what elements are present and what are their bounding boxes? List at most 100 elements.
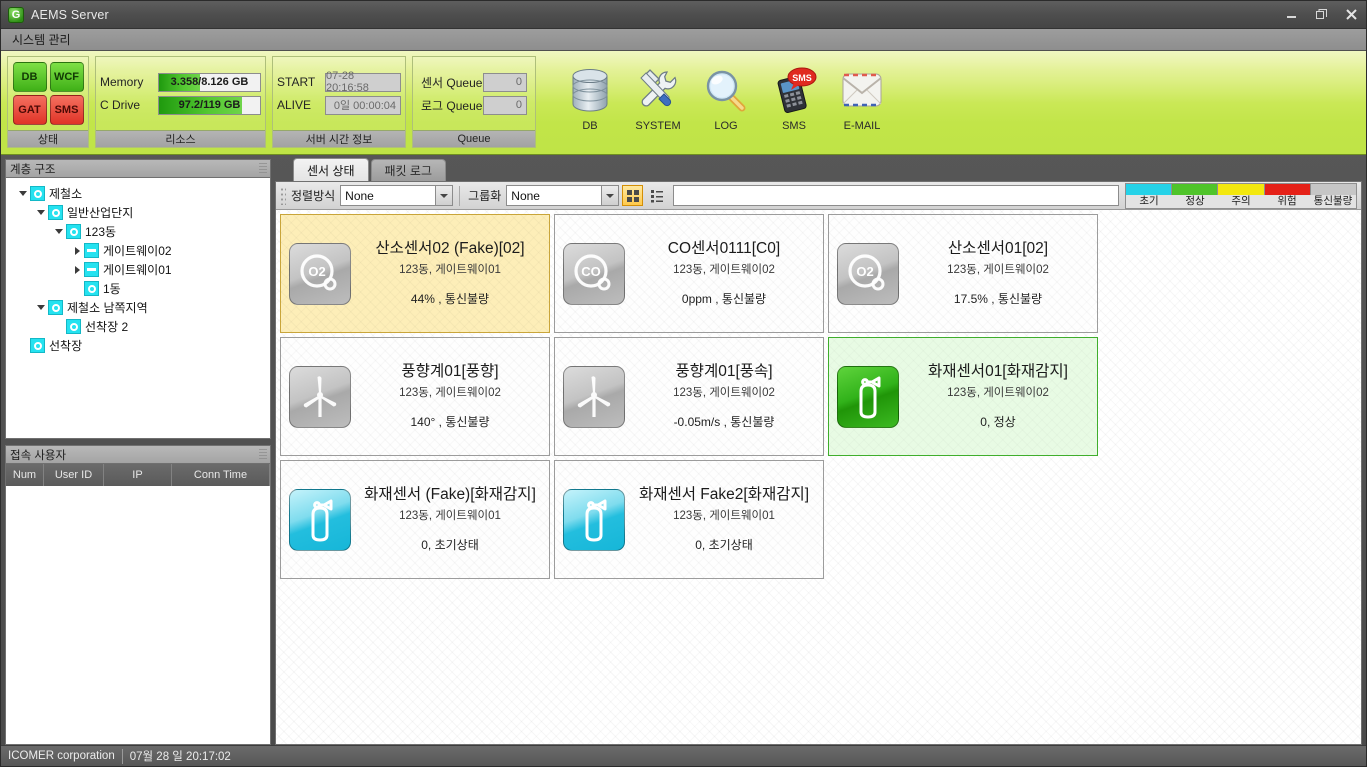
status-indicator-wcf[interactable]: WCF <box>49 62 84 92</box>
start-label: START <box>277 75 316 89</box>
sensor-card-text: 화재센서 Fake2[화재감지] 123동, 게이트웨이01 0, 초기상태 <box>633 486 815 552</box>
toolbar-divider <box>459 185 461 206</box>
log-queue-value: 0 <box>483 95 527 115</box>
tree-node[interactable]: 선착장 2 <box>10 317 266 336</box>
sms-button[interactable]: SMS SMS <box>760 56 828 132</box>
tree-expand-open-icon[interactable] <box>34 298 48 317</box>
tile-view-button[interactable] <box>622 185 644 206</box>
legend-swatch <box>1218 183 1265 195</box>
sensor-card-text: 풍향계01[풍향] 123동, 게이트웨이02 140° , 통신불량 <box>359 363 541 429</box>
tree-node[interactable]: 일반산업단지 <box>10 203 266 222</box>
location-node-icon <box>66 319 81 334</box>
sensor-card[interactable]: CO CO센서0111[C0] 123동, 게이트웨이02 0ppm , 통신불량 <box>554 214 824 333</box>
tree-expand-open-icon[interactable] <box>52 222 66 241</box>
tab-strip: 센서 상태 패킷 로그 <box>275 158 1362 181</box>
connected-users-grid[interactable]: Num User ID IP Conn Time <box>5 463 271 745</box>
status-group: DB WCF GAT SMS 상태 <box>7 56 89 148</box>
status-legend: 초기 정상 주의 위험 통신불량 <box>1125 182 1357 209</box>
legend-labels: 초기 정상 주의 위험 통신불량 <box>1126 195 1356 208</box>
tree-node[interactable]: 게이트웨이02 <box>10 241 266 260</box>
co-sensor-icon: CO <box>563 242 625 305</box>
group-select[interactable]: None <box>506 185 620 206</box>
minimize-button[interactable] <box>1276 2 1306 28</box>
tree-node-label: 123동 <box>85 225 117 239</box>
legend-label: 주의 <box>1231 194 1251 207</box>
email-button[interactable]: E-MAIL <box>828 56 896 132</box>
status-bar: ICOMER corporation 07월 28 일 20:17:02 <box>1 745 1366 766</box>
tree-node[interactable]: 123동 <box>10 222 266 241</box>
queue-row-sensor: 센서 Queue 0 <box>421 72 527 92</box>
svg-text:CO: CO <box>581 264 601 279</box>
close-button[interactable] <box>1336 2 1366 28</box>
system-button[interactable]: SYSTEM <box>624 56 692 132</box>
tree-node-label: 제철소 <box>49 187 83 201</box>
location-node-icon <box>30 338 45 353</box>
users-column-header[interactable]: IP <box>104 464 172 486</box>
log-queue-label: 로그 Queue <box>421 98 483 113</box>
tree-node[interactable]: 제철소 <box>10 184 266 203</box>
sensor-card[interactable]: 화재센서01[화재감지] 123동, 게이트웨이02 0, 정상 <box>828 337 1098 456</box>
sensor-card-title: 화재센서01[화재감지] <box>928 363 1068 381</box>
tree-node[interactable]: 선착장 <box>10 336 266 355</box>
gateway-node-icon <box>84 243 99 258</box>
hierarchy-tree[interactable]: 제철소일반산업단지 123동게이트웨이02 게이트웨이01 1동 제철소 남쪽지역선착장… <box>5 177 271 439</box>
panel-grip-icon <box>259 449 267 461</box>
sensor-queue-value: 0 <box>483 72 527 92</box>
sensor-card[interactable]: O2 산소센서02 (Fake)[02] 123동, 게이트웨이01 44% , 통신… <box>280 214 550 333</box>
tab-1[interactable]: 패킷 로그 <box>370 159 446 181</box>
tree-expand-closed-icon[interactable] <box>70 260 84 279</box>
tree-expand-closed-icon[interactable] <box>70 241 84 260</box>
sensor-card-location: 123동, 게이트웨이02 <box>399 386 501 399</box>
resource-group: Memory 3.358/8.126 GB C Drive 97.2/119 G… <box>95 56 266 148</box>
tree-node-label: 일반산업단지 <box>67 206 134 220</box>
alive-value: 0일 00:00:04 <box>325 95 401 115</box>
tree-node-label: 선착장 2 <box>85 320 129 334</box>
search-input[interactable] <box>673 185 1119 206</box>
sms-phone-icon: SMS <box>770 62 818 118</box>
db-button[interactable]: DB <box>556 56 624 132</box>
sensor-card[interactable]: 풍향계01[풍속] 123동, 게이트웨이02 -0.05m/s , 통신불량 <box>554 337 824 456</box>
list-view-button[interactable] <box>646 185 667 206</box>
tree-node[interactable]: 게이트웨이01 <box>10 260 266 279</box>
application-window: G AEMS Server 시스템 관리 DB WCF GAT SMS 상태 M… <box>0 0 1367 767</box>
sensor-card-location: 123동, 게이트웨이02 <box>673 386 775 399</box>
tree-node[interactable]: 1동 <box>10 279 266 298</box>
sensor-card-location: 123동, 게이트웨이01 <box>673 509 775 522</box>
status-indicator-gat[interactable]: GAT <box>12 95 47 125</box>
app-logo-icon: G <box>8 6 24 23</box>
sensor-card[interactable]: 화재센서 (Fake)[화재감지] 123동, 게이트웨이01 0, 초기상태 <box>280 460 550 579</box>
status-bar-company: ICOMER corporation <box>8 750 115 762</box>
location-node-icon <box>66 224 81 239</box>
restore-button[interactable] <box>1306 2 1336 28</box>
users-column-header[interactable]: Num <box>6 464 44 486</box>
sensor-card[interactable]: 풍향계01[풍향] 123동, 게이트웨이02 140° , 통신불량 <box>280 337 550 456</box>
group-select-value: None <box>511 188 540 203</box>
sensor-card-text: 산소센서02 (Fake)[02] 123동, 게이트웨이01 44% , 통신불량 <box>359 240 541 306</box>
ribbon-toolbar: DB WCF GAT SMS 상태 Memory 3.358/8.126 GB <box>1 51 1366 155</box>
tree-node[interactable]: 제철소 남쪽지역 <box>10 298 266 317</box>
tree-expand-open-icon[interactable] <box>34 203 48 222</box>
chevron-down-icon[interactable] <box>601 186 619 205</box>
sensor-card-location: 123동, 게이트웨이02 <box>947 386 1049 399</box>
tree-expand-open-icon[interactable] <box>16 184 30 203</box>
status-bar-datetime: 07월 28 일 20:17:02 <box>129 751 231 763</box>
tab-0[interactable]: 센서 상태 <box>293 158 369 181</box>
group-label: 그룹화 <box>468 189 502 203</box>
sensor-card[interactable]: 화재센서 Fake2[화재감지] 123동, 게이트웨이01 0, 초기상태 <box>554 460 824 579</box>
drag-handle-icon[interactable] <box>280 186 286 205</box>
status-indicator-sms[interactable]: SMS <box>49 95 84 125</box>
status-indicator-db[interactable]: DB <box>12 62 47 92</box>
users-column-header[interactable]: User ID <box>44 464 104 486</box>
sensor-card-reading: 17.5% , 통신불량 <box>953 291 1043 306</box>
chevron-down-icon[interactable] <box>435 186 453 205</box>
users-column-header[interactable]: Conn Time <box>172 464 270 486</box>
queue-group-caption: Queue <box>413 130 535 147</box>
sensor-card[interactable]: O2 산소센서01[02] 123동, 게이트웨이02 17.5% , 통신불량 <box>828 214 1098 333</box>
log-button[interactable]: LOG <box>692 56 760 132</box>
sort-select[interactable]: None <box>340 185 454 206</box>
email-button-label: E-MAIL <box>843 120 881 132</box>
cdrive-label: C Drive <box>100 98 141 112</box>
memory-label: Memory <box>100 75 144 89</box>
menu-item-system-admin[interactable]: 시스템 관리 <box>5 29 78 50</box>
